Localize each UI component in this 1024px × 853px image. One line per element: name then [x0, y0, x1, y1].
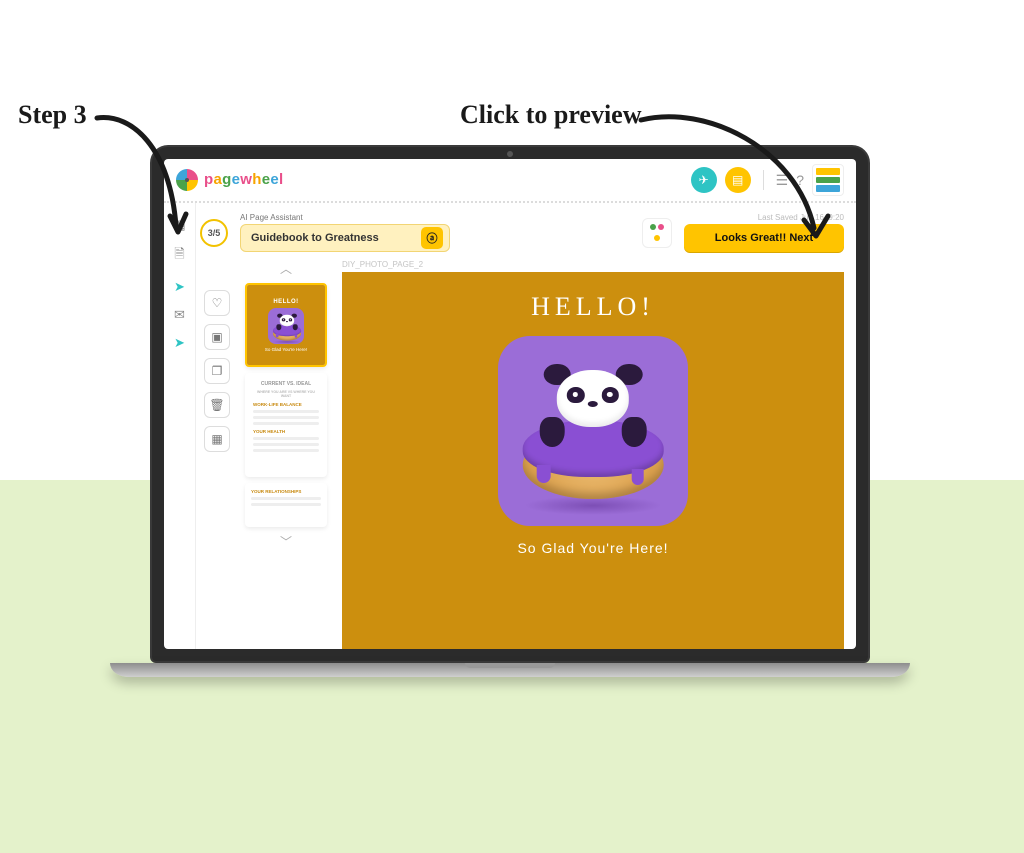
- annotation-preview: Click to preview: [460, 100, 642, 130]
- thumb2-sub: WHERE YOU ARE VS WHERE YOU WANT: [253, 390, 319, 398]
- rail-mail[interactable]: ✉: [174, 307, 185, 323]
- tool-image[interactable]: ▣: [204, 324, 230, 350]
- thumb2-header: CURRENT VS. IDEAL: [253, 381, 319, 387]
- app-body: ▦ 🗎 ➤ ✉ ➤ 3/5 AI Page Assistant: [164, 203, 856, 649]
- rail-launch[interactable]: ➤: [174, 335, 185, 351]
- tool-heart[interactable]: ♡: [204, 290, 230, 316]
- thumb2-sec2: YOUR HEALTH: [253, 429, 319, 434]
- arrow-step3: [92, 108, 202, 248]
- thumb-down[interactable]: ﹀: [280, 533, 292, 550]
- thumb1-title: HELLO!: [273, 299, 298, 305]
- file-icon: 🗎: [174, 246, 184, 261]
- thumbnail-3[interactable]: YOUR RELATIONSHIPS: [245, 483, 327, 527]
- panda-illustration-icon: [498, 336, 688, 526]
- assistant-wrap: AI Page Assistant Guidebook to Greatness…: [240, 213, 450, 252]
- canvas-image[interactable]: [498, 336, 688, 526]
- grid-icon: ▦: [211, 432, 222, 446]
- thumb1-image: [268, 308, 304, 344]
- tool-page[interactable]: ❐: [204, 358, 230, 384]
- element-tools: ♡ ▣ ❐ 🗑 ▦: [204, 260, 230, 649]
- thumbnail-1[interactable]: HELLO! So Glad You're Here!: [245, 283, 327, 367]
- canvas[interactable]: HELLO!: [342, 272, 844, 649]
- thumb1-subtitle: So Glad You're Here!: [265, 347, 307, 352]
- heart-icon: ♡: [212, 296, 223, 310]
- left-rail: ▦ 🗎 ➤ ✉ ➤: [164, 203, 196, 649]
- refresh-icon: ⓐ: [427, 230, 438, 246]
- thumbnail-2[interactable]: CURRENT VS. IDEAL WHERE YOU ARE VS WHERE…: [245, 373, 327, 477]
- canvas-wrap: DIY_PHOTO_PAGE_2 HELLO!: [342, 260, 844, 649]
- canvas-title[interactable]: HELLO!: [531, 292, 655, 322]
- chevron-up-icon: ︿: [280, 262, 292, 276]
- step-badge[interactable]: 3/5: [200, 219, 228, 247]
- rocket-icon: ➤: [174, 335, 185, 350]
- thumb-up[interactable]: ︿: [280, 260, 292, 277]
- rail-file[interactable]: 🗎: [174, 245, 184, 267]
- arrow-preview: [636, 108, 836, 258]
- laptop-base: [110, 663, 910, 677]
- refresh-button[interactable]: ⓐ: [421, 227, 443, 249]
- page-icon: ❐: [212, 364, 223, 378]
- thumb3-sec: YOUR RELATIONSHIPS: [251, 489, 321, 494]
- trash-icon: 🗑: [209, 398, 224, 412]
- tool-grid[interactable]: ▦: [204, 426, 230, 452]
- assistant-value: Guidebook to Greatness: [251, 232, 413, 244]
- canvas-subtitle[interactable]: So Glad You're Here!: [517, 540, 668, 556]
- image-icon: ▣: [211, 330, 222, 344]
- brand-name: pagewheel: [204, 171, 283, 189]
- page-thumbnails: ︿ HELLO!: [240, 260, 332, 649]
- tool-trash[interactable]: 🗑: [204, 392, 230, 418]
- thumb2-sec1: WORK-LIFE BALANCE: [253, 402, 319, 407]
- editor: ♡ ▣ ❐ 🗑 ▦ ︿ HELLO!: [196, 260, 856, 649]
- assistant-input[interactable]: Guidebook to Greatness ⓐ: [240, 224, 450, 252]
- main-column: 3/5 AI Page Assistant Guidebook to Great…: [196, 203, 856, 649]
- mail-icon: ✉: [174, 307, 185, 322]
- rail-rocket[interactable]: ➤: [174, 279, 185, 295]
- canvas-label: DIY_PHOTO_PAGE_2: [342, 260, 844, 269]
- assistant-label: AI Page Assistant: [240, 213, 450, 222]
- rocket-icon: ➤: [174, 279, 185, 294]
- annotation-step3: Step 3: [18, 100, 87, 130]
- chevron-down-icon: ﹀: [280, 535, 292, 549]
